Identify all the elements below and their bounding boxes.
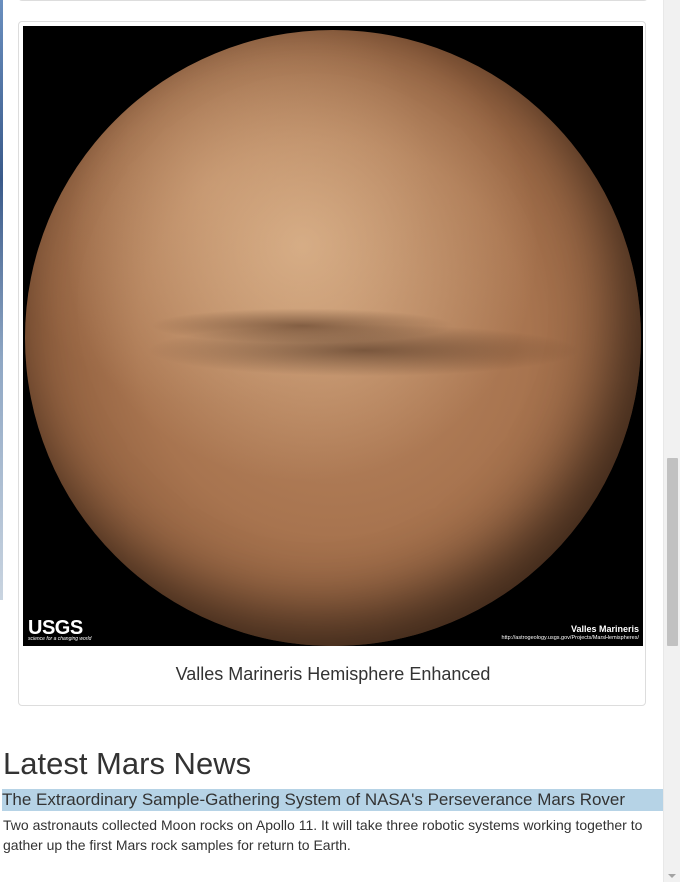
usgs-logo-tagline: science for a changing world [28,636,92,642]
scroll-down-arrow-icon[interactable] [668,874,676,878]
mars-planet-image [25,30,641,646]
image-label-url: http://astrogeology.usgs.gov/Projects/Ma… [501,635,639,641]
news-title[interactable]: The Extraordinary Sample-Gathering Syste… [2,789,663,811]
news-section-heading: Latest Mars News [3,746,252,781]
background-window-edge [0,0,3,600]
previous-hemisphere-card [18,0,648,1]
vertical-scrollbar[interactable] [663,0,680,882]
hemisphere-card: USGS science for a changing world Valles… [18,21,646,706]
usgs-logo: USGS [28,617,83,639]
scrollbar-thumb[interactable] [667,458,678,646]
page: USGS science for a changing world Valles… [0,0,680,882]
image-label-title: Valles Marineris [570,624,639,634]
hemisphere-caption: Valles Marineris Hemisphere Enhanced [175,664,491,684]
hemisphere-image[interactable]: USGS science for a changing world Valles… [23,26,643,646]
news-teaser: Two astronauts collected Moon rocks on A… [3,817,643,853]
